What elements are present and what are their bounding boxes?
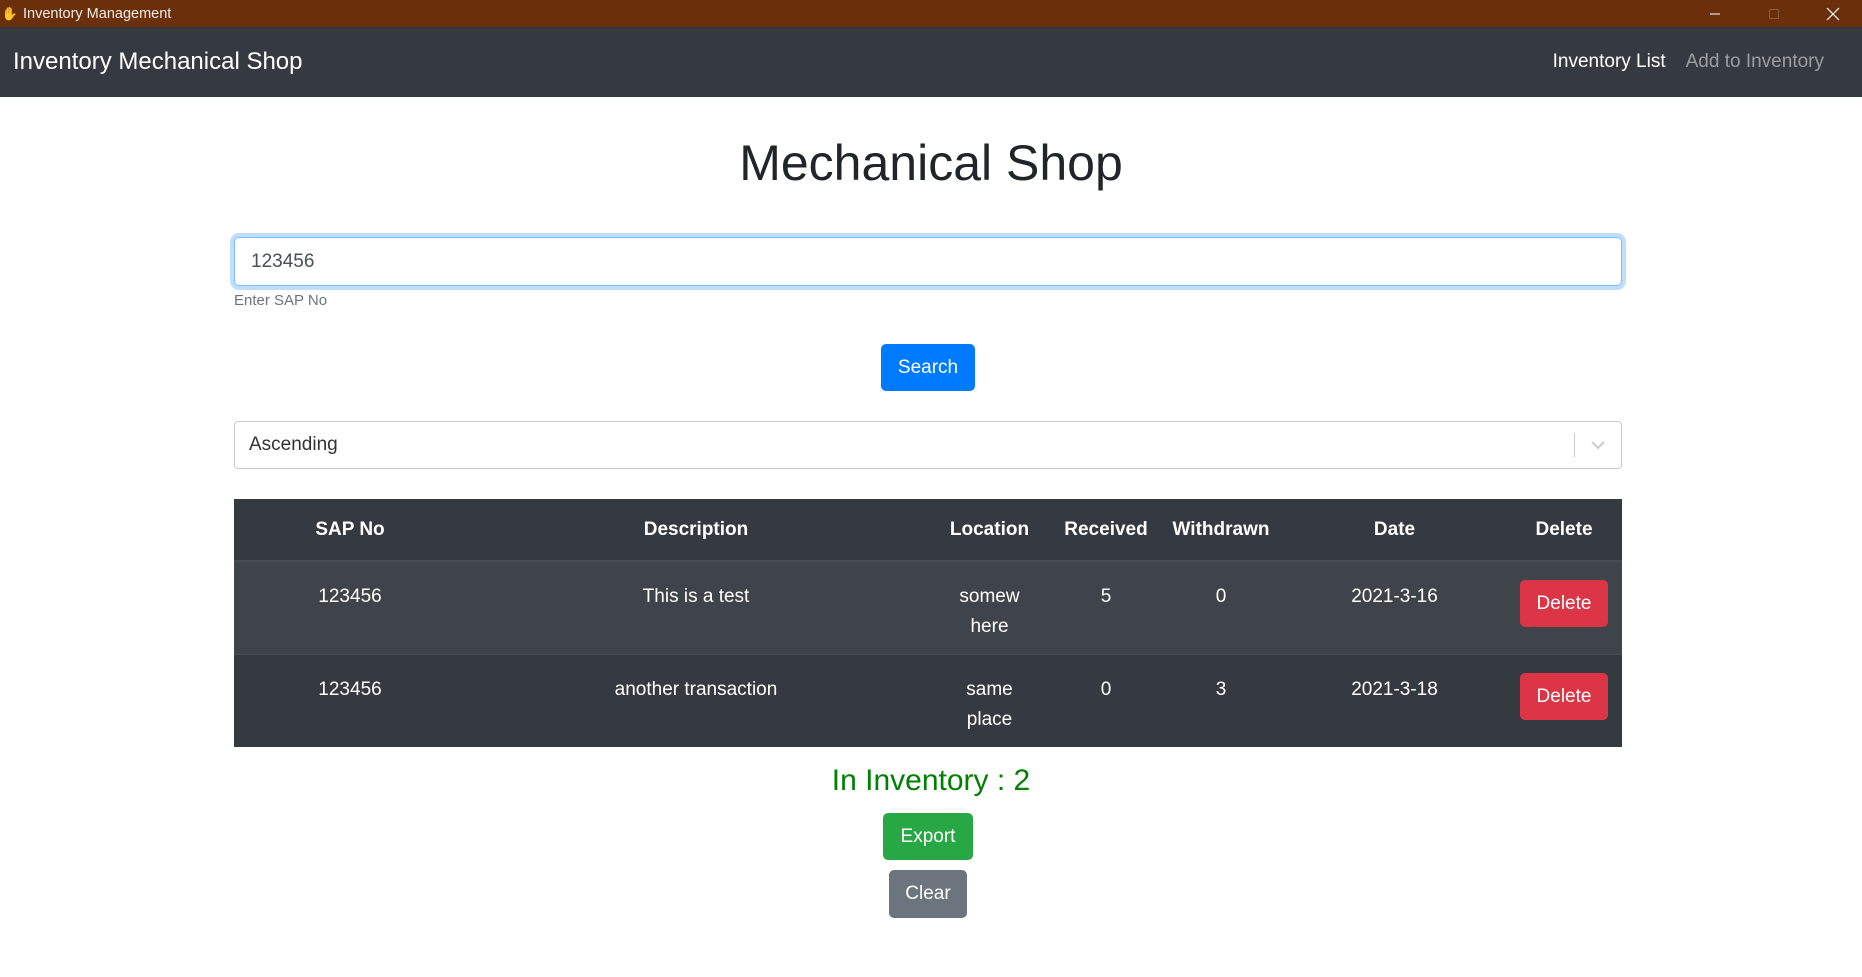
cell-sap-no: 123456 xyxy=(234,654,466,747)
cell-received: 0 xyxy=(1053,654,1159,747)
cell-description: This is a test xyxy=(466,560,926,655)
cell-delete: Delete xyxy=(1506,654,1622,747)
delete-button[interactable]: Delete xyxy=(1520,580,1608,627)
delete-button[interactable]: Delete xyxy=(1520,673,1608,720)
page-title: Mechanical Shop xyxy=(739,135,1123,191)
cell-location-text: somewhere xyxy=(959,586,1020,637)
nav-links: Inventory List Add to Inventory xyxy=(1543,27,1834,97)
sort-order-select[interactable]: Ascending xyxy=(234,421,1622,469)
close-icon xyxy=(1826,7,1839,20)
cell-description: another transaction xyxy=(466,654,926,747)
window-title-bar: ✋ Inventory Management xyxy=(0,0,1862,27)
cell-date: 2021-3-16 xyxy=(1283,560,1506,655)
export-button[interactable]: Export xyxy=(883,813,973,860)
clear-button[interactable]: Clear xyxy=(889,870,967,918)
chevron-down-icon[interactable] xyxy=(1575,440,1621,450)
cell-sap-no: 123456 xyxy=(234,560,466,655)
cell-date: 2021-3-18 xyxy=(1283,654,1506,747)
cell-withdrawn: 3 xyxy=(1159,654,1283,747)
column-header-withdrawn: Withdrawn xyxy=(1159,499,1283,562)
table-header-row: SAP No Description Location Received Wit… xyxy=(234,499,1622,562)
cell-withdrawn: 0 xyxy=(1159,560,1283,655)
column-header-received: Received xyxy=(1053,499,1159,562)
table-row: 123456 This is a test somewhere 5 0 2021… xyxy=(234,560,1622,655)
maximize-icon xyxy=(1768,8,1779,19)
app-hand-icon: ✋ xyxy=(1,5,19,21)
nav-link-inventory-list[interactable]: Inventory List xyxy=(1543,51,1676,73)
column-header-delete: Delete xyxy=(1506,499,1622,562)
nav-link-add-to-inventory[interactable]: Add to Inventory xyxy=(1676,51,1834,73)
in-inventory-count: In Inventory : 2 xyxy=(831,764,1031,797)
navbar: Inventory Mechanical Shop Inventory List… xyxy=(0,27,1862,97)
cell-location: same place xyxy=(926,654,1053,747)
column-header-location: Location xyxy=(926,499,1053,562)
sap-no-search-input[interactable] xyxy=(234,237,1622,286)
sort-order-value: Ascending xyxy=(249,434,338,455)
cell-location: somewhere xyxy=(926,560,1053,655)
navbar-brand[interactable]: Inventory Mechanical Shop xyxy=(13,27,303,97)
column-header-date: Date xyxy=(1283,499,1506,562)
minimize-icon xyxy=(1709,13,1720,14)
inventory-table: SAP No Description Location Received Wit… xyxy=(234,499,1622,747)
cell-received: 5 xyxy=(1053,560,1159,655)
window-title: Inventory Management xyxy=(23,5,172,22)
search-button[interactable]: Search xyxy=(881,344,975,391)
cell-location-text: same place xyxy=(966,679,1013,730)
close-button[interactable] xyxy=(1803,0,1862,27)
cell-delete: Delete xyxy=(1506,560,1622,655)
column-header-description: Description xyxy=(466,499,926,562)
table-row: 123456 another transaction same place 0 … xyxy=(234,654,1622,747)
sap-no-help-text: Enter SAP No xyxy=(234,292,328,309)
window-controls xyxy=(1685,0,1862,27)
minimize-button[interactable] xyxy=(1685,0,1744,27)
maximize-button[interactable] xyxy=(1744,0,1803,27)
column-header-sap-no: SAP No xyxy=(234,499,466,562)
